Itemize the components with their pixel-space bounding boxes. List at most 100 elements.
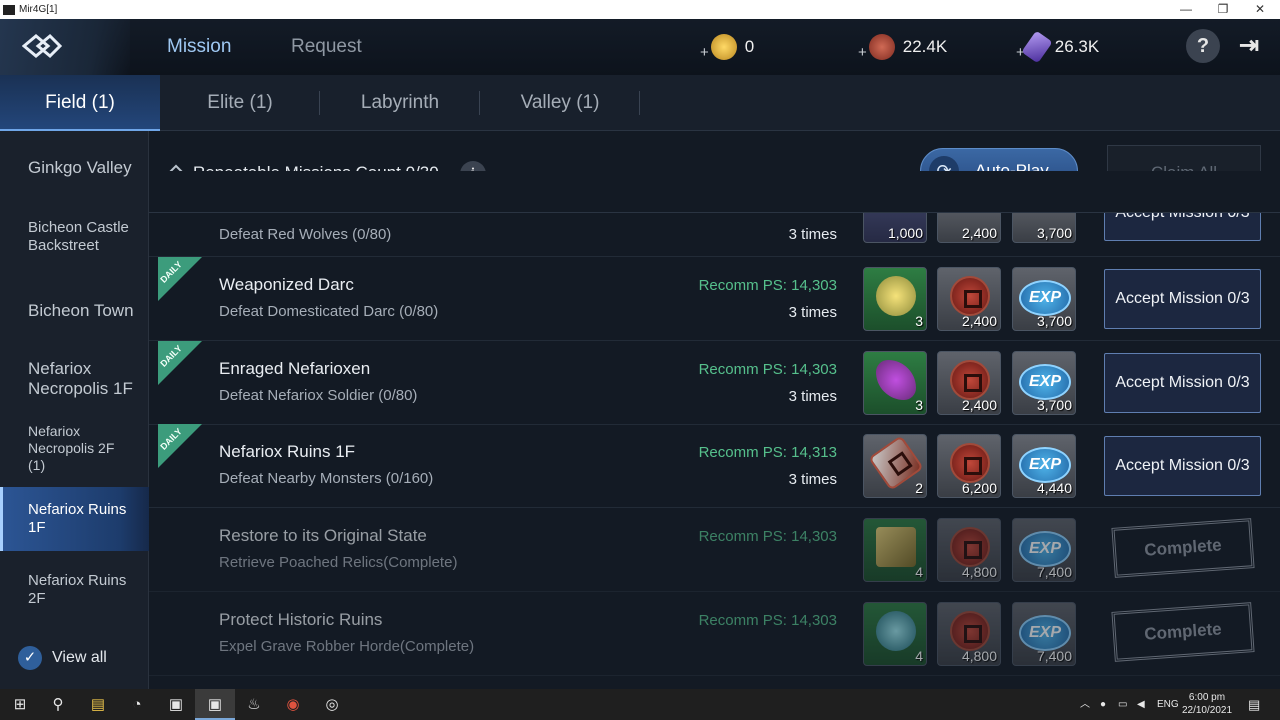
- reward-exp[interactable]: EXP 7,400: [1012, 602, 1076, 666]
- tab-valley[interactable]: Valley (1): [480, 75, 640, 131]
- window-titlebar: Mir4G[1] — ❐ ✕: [0, 0, 1280, 19]
- sidebar-item-nefariox-necropolis-2f[interactable]: Nefariox Necropolis 2F (1): [28, 423, 128, 473]
- complete-stamp: Complete: [1111, 518, 1255, 578]
- reward-item[interactable]: 4: [863, 518, 927, 582]
- reward-qty: 2,400: [961, 397, 997, 413]
- reward-copper[interactable]: 2,400: [937, 351, 1001, 415]
- clock-time: 6:00 pm: [1188, 692, 1226, 703]
- reward-copper[interactable]: 4,800: [937, 518, 1001, 582]
- view-all-toggle[interactable]: ✓ View all: [18, 646, 107, 670]
- tab-divider: [639, 91, 640, 115]
- copper-icon: [868, 34, 895, 60]
- reward-exp[interactable]: EXP 4,440: [1012, 434, 1076, 498]
- volume-icon[interactable]: ◀: [1137, 689, 1145, 720]
- reward-qty: 3: [915, 313, 923, 329]
- gold-icon: [710, 34, 737, 60]
- list-top-mask: [149, 171, 1280, 213]
- darksteel-currency: + 26.3K: [1016, 30, 1099, 64]
- notification-icon[interactable]: ▤: [1248, 689, 1260, 720]
- language-indicator[interactable]: ENG: [1157, 689, 1179, 720]
- app-icon-1[interactable]: ◔: [117, 689, 157, 720]
- mission-row: Restore to its Original State Retrieve P…: [149, 508, 1280, 592]
- close-window-button[interactable]: ✕: [1242, 0, 1278, 19]
- minimize-button[interactable]: —: [1168, 0, 1204, 19]
- tray-chevron-icon[interactable]: ︿: [1080, 689, 1090, 720]
- exp-icon: EXP: [1019, 447, 1071, 483]
- tab-request[interactable]: Request: [291, 36, 362, 58]
- copper-currency: + 22.4K: [858, 31, 947, 63]
- sidebar-item-nefariox-necropolis-1f[interactable]: Nefariox Necropolis 1F: [28, 359, 144, 400]
- mission-objective: Defeat Red Wolves (0/80): [219, 226, 392, 243]
- reward-item[interactable]: 2: [863, 434, 927, 498]
- copper-coin-icon: [950, 360, 990, 400]
- reward-qty: 4,440: [1036, 480, 1072, 496]
- add-copper-button[interactable]: +: [858, 44, 867, 61]
- accept-mission-button[interactable]: Accept Mission 0/3: [1104, 353, 1261, 413]
- chrome-icon[interactable]: ◉: [273, 689, 313, 720]
- obs-icon[interactable]: ◎: [312, 689, 352, 720]
- top-header: Mission Request + 0 + 22.4K + 26.3K ? ⇥: [0, 19, 1280, 75]
- sidebar-item-nefariox-ruins-1f[interactable]: Nefariox Ruins 1F: [28, 501, 144, 537]
- mission-title: Restore to its Original State: [219, 526, 427, 545]
- reward-exp[interactable]: EXP 7,400: [1012, 518, 1076, 582]
- microphone-icon[interactable]: ●: [1100, 689, 1106, 720]
- sidebar-item-bicheon-castle-backstreet[interactable]: Bicheon Castle Backstreet: [28, 219, 144, 255]
- recommended-ps: Recomm PS: 14,303: [698, 612, 837, 629]
- reward-qty: 7,400: [1036, 648, 1072, 664]
- copper-coin-icon: [950, 443, 990, 483]
- reward-item[interactable]: 4: [863, 602, 927, 666]
- restore-button[interactable]: ❐: [1205, 0, 1241, 19]
- recommended-ps: Recomm PS: 14,303: [698, 361, 837, 378]
- mission-objective: Expel Grave Robber Horde(Complete): [219, 638, 475, 655]
- exit-icon[interactable]: ⇥: [1232, 29, 1266, 63]
- chest-icon: [876, 527, 916, 567]
- app-icon: [3, 4, 15, 15]
- file-explorer-icon[interactable]: ▤: [78, 689, 118, 720]
- sidebar-item-ginkgo-valley[interactable]: Ginkgo Valley: [28, 158, 144, 178]
- accept-mission-button[interactable]: Accept Mission 0/3: [1104, 436, 1261, 496]
- checkbox-icon[interactable]: ✓: [18, 646, 42, 670]
- recommended-ps: Recomm PS: 14,303: [698, 528, 837, 545]
- add-gold-button[interactable]: +: [700, 44, 709, 61]
- sidebar-item-bicheon-town[interactable]: Bicheon Town: [28, 301, 144, 321]
- search-icon[interactable]: ⚲: [38, 689, 78, 720]
- tab-labyrinth[interactable]: Labyrinth: [320, 75, 480, 131]
- tab-field[interactable]: Field (1): [0, 75, 160, 131]
- back-logo-button[interactable]: [0, 19, 130, 75]
- recommended-ps: Recomm PS: 14,313: [698, 444, 837, 461]
- system-clock[interactable]: 6:00 pm 22/10/2021: [1181, 691, 1233, 717]
- window-title: Mir4G[1]: [19, 4, 58, 15]
- reward-item[interactable]: 3: [863, 267, 927, 331]
- reward-copper[interactable]: 6,200: [937, 434, 1001, 498]
- steam-icon[interactable]: ♨: [234, 689, 274, 720]
- network-icon[interactable]: ▭: [1118, 689, 1127, 720]
- gold-amount: 0: [744, 37, 755, 56]
- reward-exp[interactable]: EXP 3,700: [1012, 351, 1076, 415]
- help-button[interactable]: ?: [1186, 29, 1220, 63]
- mir4-launcher-icon[interactable]: ▣: [156, 689, 196, 720]
- reward-qty: 2: [915, 480, 923, 496]
- gold-currency: + 0: [700, 31, 754, 63]
- mission-repeat-count: 3 times: [788, 304, 837, 321]
- sidebar-item-nefariox-ruins-2f[interactable]: Nefariox Ruins 2F: [28, 572, 144, 608]
- tab-mission[interactable]: Mission: [167, 36, 231, 58]
- mir4-game-icon[interactable]: ▣: [195, 689, 235, 720]
- reward-item[interactable]: 3: [863, 351, 927, 415]
- exp-icon: EXP: [1019, 531, 1071, 567]
- clock-date: 22/10/2021: [1181, 705, 1233, 716]
- reward-copper[interactable]: 2,400: [937, 267, 1001, 331]
- reward-qty: 1,000: [887, 225, 923, 241]
- accept-mission-button[interactable]: Accept Mission 0/3: [1104, 269, 1261, 329]
- mission-category-tabs: Field (1) Elite (1) Labyrinth Valley (1): [0, 75, 1280, 131]
- reward-qty: 3,700: [1036, 397, 1072, 413]
- region-sidebar: Ginkgo Valley Bicheon Castle Backstreet …: [0, 131, 149, 689]
- mission-repeat-count: 3 times: [788, 226, 837, 243]
- exp-icon: EXP: [1019, 615, 1071, 651]
- mission-row: Protect Historic Ruins Expel Grave Robbe…: [149, 592, 1280, 676]
- reward-exp[interactable]: EXP 3,700: [1012, 267, 1076, 331]
- reward-copper[interactable]: 4,800: [937, 602, 1001, 666]
- copper-amount: 22.4K: [902, 37, 948, 56]
- mission-title: Protect Historic Ruins: [219, 610, 383, 629]
- start-icon[interactable]: ⊞: [0, 689, 40, 720]
- tab-elite[interactable]: Elite (1): [160, 75, 320, 131]
